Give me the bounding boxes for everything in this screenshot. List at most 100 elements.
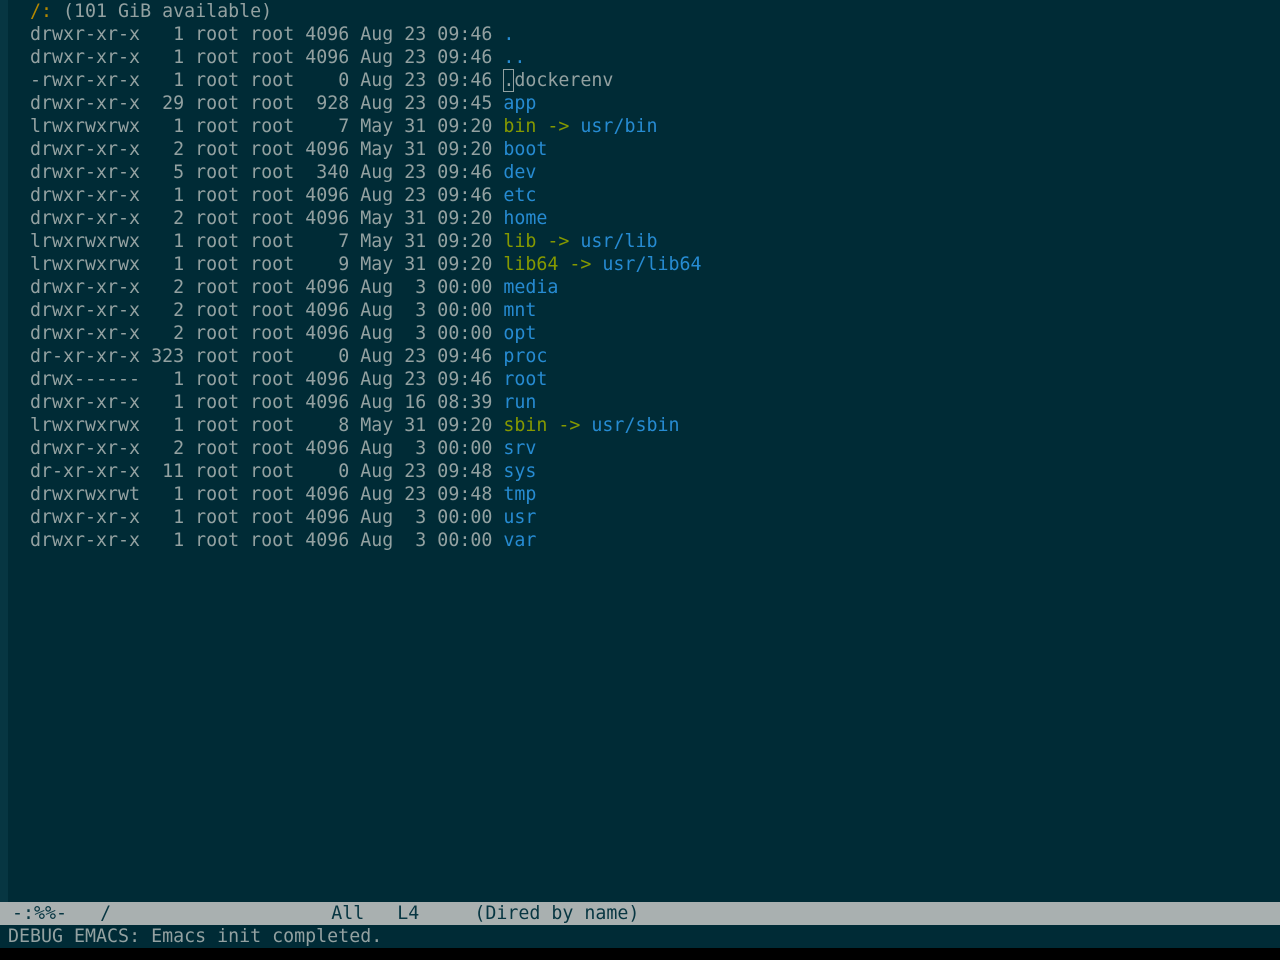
file-link-count: 1 xyxy=(151,116,185,137)
file-link-count: 1 xyxy=(151,47,185,68)
file-owner: root xyxy=(195,231,240,252)
file-date: Aug 16 08:39 xyxy=(360,392,493,413)
file-name[interactable]: .dockerenv xyxy=(503,69,613,92)
file-name[interactable]: media xyxy=(503,277,558,298)
file-permissions: lrwxrwxrwx xyxy=(30,254,141,275)
file-group: root xyxy=(250,24,295,45)
file-name[interactable]: app xyxy=(503,93,536,114)
file-name[interactable]: root xyxy=(503,369,547,390)
symlink-arrow: -> xyxy=(558,254,603,275)
file-link-count: 323 xyxy=(151,346,185,367)
file-permissions: drwxr-xr-x xyxy=(30,277,141,298)
file-permissions: drwxr-xr-x xyxy=(30,47,141,68)
file-permissions: drwxr-xr-x xyxy=(30,507,141,528)
file-size: 4096 xyxy=(305,392,350,413)
file-name[interactable]: mnt xyxy=(503,300,536,321)
dired-file-row[interactable]: drwxr-xr-x 2 root root 4096 Aug 3 00:00 … xyxy=(8,276,1280,299)
dired-file-row[interactable]: lrwxrwxrwx 1 root root 7 May 31 09:20 bi… xyxy=(8,115,1280,138)
file-owner: root xyxy=(195,185,240,206)
file-name[interactable]: dev xyxy=(503,162,536,183)
file-permissions: -rwxr-xr-x xyxy=(30,70,141,91)
dired-header-available: (101 GiB available) xyxy=(52,1,273,22)
symlink-target[interactable]: usr/lib64 xyxy=(602,254,701,275)
file-group: root xyxy=(250,369,295,390)
file-link-count: 29 xyxy=(151,93,185,114)
file-name[interactable]: bin xyxy=(503,116,536,137)
dired-file-row[interactable]: drwxr-xr-x 1 root root 4096 Aug 3 00:00 … xyxy=(8,506,1280,529)
echo-area: DEBUG EMACS: Emacs init completed. xyxy=(0,925,1280,948)
file-permissions: drwxr-xr-x xyxy=(30,185,141,206)
file-name[interactable]: tmp xyxy=(503,484,536,505)
file-owner: root xyxy=(195,24,240,45)
file-group: root xyxy=(250,323,295,344)
symlink-target[interactable]: usr/lib xyxy=(580,231,657,252)
file-name[interactable]: home xyxy=(503,208,547,229)
file-name[interactable]: etc xyxy=(503,185,536,206)
file-name[interactable]: .. xyxy=(503,47,525,68)
symlink-target[interactable]: usr/sbin xyxy=(591,415,679,436)
file-size: 4096 xyxy=(305,438,350,459)
file-permissions: drwxrwxrwt xyxy=(30,484,141,505)
file-name[interactable]: sbin xyxy=(503,415,547,436)
dired-file-row[interactable]: drwxr-xr-x 2 root root 4096 May 31 09:20… xyxy=(8,138,1280,161)
dired-file-row[interactable]: drwxr-xr-x 1 root root 4096 Aug 23 09:46… xyxy=(8,23,1280,46)
file-date: Aug 3 00:00 xyxy=(360,438,493,459)
dired-file-row[interactable]: drwxr-xr-x 1 root root 4096 Aug 3 00:00 … xyxy=(8,529,1280,552)
file-date: May 31 09:20 xyxy=(360,116,493,137)
dired-file-row[interactable]: drwxr-xr-x 5 root root 340 Aug 23 09:46 … xyxy=(8,161,1280,184)
file-size: 8 xyxy=(305,415,350,436)
file-link-count: 2 xyxy=(151,300,185,321)
file-name[interactable]: run xyxy=(503,392,536,413)
file-name[interactable]: lib xyxy=(503,231,536,252)
file-date: Aug 3 00:00 xyxy=(360,277,493,298)
dired-file-row[interactable]: drwxr-xr-x 1 root root 4096 Aug 16 08:39… xyxy=(8,391,1280,414)
file-link-count: 1 xyxy=(151,530,185,551)
file-group: root xyxy=(250,70,295,91)
file-name[interactable]: proc xyxy=(503,346,547,367)
modeline-status: -:%%- xyxy=(12,903,68,924)
file-permissions: drwxr-xr-x xyxy=(30,438,141,459)
dired-file-row[interactable]: -rwxr-xr-x 1 root root 0 Aug 23 09:46 .d… xyxy=(8,69,1280,92)
dired-file-row[interactable]: drwxr-xr-x 1 root root 4096 Aug 23 09:46… xyxy=(8,46,1280,69)
file-owner: root xyxy=(195,70,240,91)
file-name[interactable]: . xyxy=(503,24,514,45)
file-name[interactable]: lib64 xyxy=(503,254,558,275)
file-permissions: lrwxrwxrwx xyxy=(30,231,141,252)
file-link-count: 11 xyxy=(151,461,185,482)
dired-file-row[interactable]: drwx------ 1 root root 4096 Aug 23 09:46… xyxy=(8,368,1280,391)
file-date: Aug 3 00:00 xyxy=(360,530,493,551)
file-link-count: 2 xyxy=(151,323,185,344)
file-group: root xyxy=(250,93,295,114)
dired-buffer[interactable]: /: (101 GiB available) drwxr-xr-x 1 root… xyxy=(8,0,1280,902)
dired-file-row[interactable]: drwxr-xr-x 2 root root 4096 Aug 3 00:00 … xyxy=(8,437,1280,460)
left-fringe xyxy=(0,0,8,902)
file-size: 4096 xyxy=(305,24,350,45)
dired-file-row[interactable]: lrwxrwxrwx 1 root root 7 May 31 09:20 li… xyxy=(8,230,1280,253)
file-date: Aug 23 09:46 xyxy=(360,47,493,68)
dired-file-row[interactable]: lrwxrwxrwx 1 root root 9 May 31 09:20 li… xyxy=(8,253,1280,276)
dired-file-row[interactable]: drwxr-xr-x 2 root root 4096 Aug 3 00:00 … xyxy=(8,322,1280,345)
dired-file-row[interactable]: dr-xr-xr-x 11 root root 0 Aug 23 09:48 s… xyxy=(8,460,1280,483)
dired-file-row[interactable]: drwxrwxrwt 1 root root 4096 Aug 23 09:48… xyxy=(8,483,1280,506)
file-name[interactable]: var xyxy=(503,530,536,551)
file-link-count: 1 xyxy=(151,231,185,252)
file-name[interactable]: opt xyxy=(503,323,536,344)
file-name[interactable]: sys xyxy=(503,461,536,482)
file-size: 4096 xyxy=(305,323,350,344)
file-link-count: 2 xyxy=(151,139,185,160)
file-name[interactable]: boot xyxy=(503,139,547,160)
dired-file-row[interactable]: drwxr-xr-x 2 root root 4096 May 31 09:20… xyxy=(8,207,1280,230)
dired-file-row[interactable]: drwxr-xr-x 1 root root 4096 Aug 23 09:46… xyxy=(8,184,1280,207)
dired-file-row[interactable]: dr-xr-xr-x 323 root root 0 Aug 23 09:46 … xyxy=(8,345,1280,368)
file-name[interactable]: srv xyxy=(503,438,536,459)
symlink-target[interactable]: usr/bin xyxy=(580,116,657,137)
file-owner: root xyxy=(195,369,240,390)
dired-file-row[interactable]: drwxr-xr-x 29 root root 928 Aug 23 09:45… xyxy=(8,92,1280,115)
modeline-position: All xyxy=(331,903,365,924)
file-link-count: 1 xyxy=(151,254,185,275)
dired-file-row[interactable]: drwxr-xr-x 2 root root 4096 Aug 3 00:00 … xyxy=(8,299,1280,322)
dired-file-row[interactable]: lrwxrwxrwx 1 root root 8 May 31 09:20 sb… xyxy=(8,414,1280,437)
file-group: root xyxy=(250,185,295,206)
file-name[interactable]: usr xyxy=(503,507,536,528)
file-group: root xyxy=(250,208,295,229)
